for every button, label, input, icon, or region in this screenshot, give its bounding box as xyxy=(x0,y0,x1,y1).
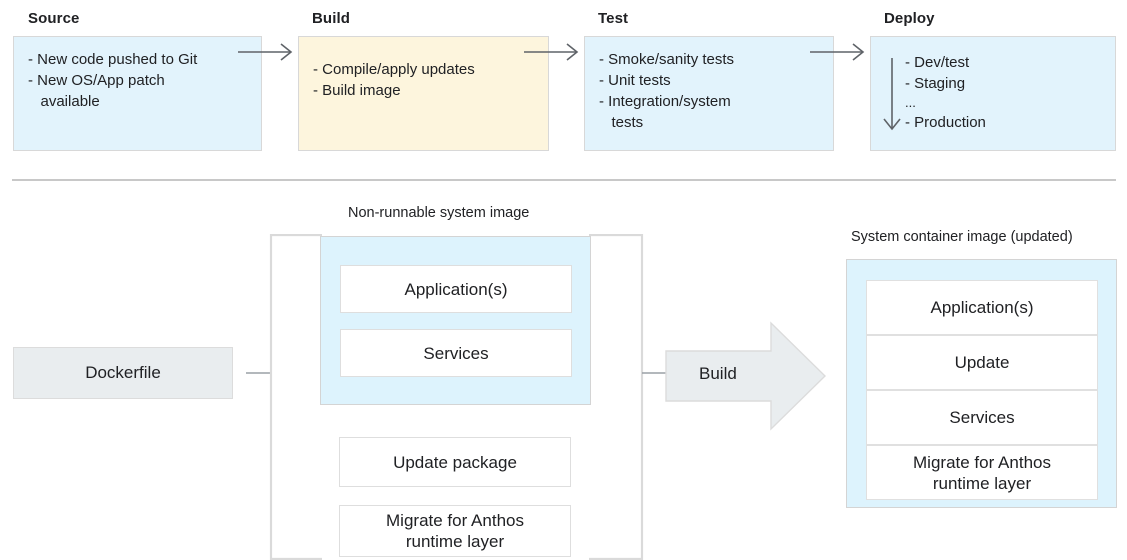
list-item-ellipsis: ... xyxy=(905,95,916,110)
non-runnable-image-panel: Application(s) Services xyxy=(320,236,591,405)
stage-title-deploy: Deploy xyxy=(884,10,935,27)
stack-layer-label: Application(s) xyxy=(930,298,1034,317)
stage-box-source: - New code pushed to Git - New OS/App pa… xyxy=(13,36,262,151)
arrow-right-icon-1 xyxy=(238,40,300,64)
bracket-left xyxy=(268,234,324,560)
caption-system-container-image: System container image (updated) xyxy=(851,229,1073,245)
stack-layer-box: Services xyxy=(866,390,1098,445)
stack-layer-box: Migrate for Anthos runtime layer xyxy=(866,445,1098,500)
stack-layer-box: Update xyxy=(866,335,1098,390)
stage-list-deploy: - Dev/test - Staging ... - Production xyxy=(905,52,986,133)
build-arrow-shape xyxy=(665,320,827,432)
list-item: - New code pushed to Git xyxy=(28,51,198,68)
layer-label: Services xyxy=(423,343,489,363)
list-item: - Unit tests xyxy=(599,72,671,89)
dockerfile-label: Dockerfile xyxy=(85,363,161,382)
list-item: available xyxy=(28,93,100,110)
list-item: - Build image xyxy=(313,82,401,99)
system-container-image-panel: Application(s) Update Services Migrate f… xyxy=(846,259,1117,508)
list-item: - Smoke/sanity tests xyxy=(599,51,735,68)
stage-list-test: - Smoke/sanity tests - Unit tests - Inte… xyxy=(599,49,819,133)
arrow-down-icon xyxy=(880,58,904,138)
dockerfile-box: Dockerfile xyxy=(13,347,233,399)
layer-box: Application(s) xyxy=(340,265,572,313)
migrate-runtime-label: Migrate for Anthos runtime layer xyxy=(386,511,524,551)
stack-layer-label: Services xyxy=(949,408,1015,427)
list-item: - Dev/test xyxy=(905,54,970,71)
layer-box: Services xyxy=(340,329,572,377)
migrate-runtime-box: Migrate for Anthos runtime layer xyxy=(339,505,571,557)
list-item: - Staging xyxy=(905,75,966,92)
stage-title-build: Build xyxy=(312,10,350,27)
bracket-right xyxy=(588,234,646,560)
stage-box-build: - Compile/apply updates - Build image xyxy=(298,36,549,151)
stage-box-test: - Smoke/sanity tests - Unit tests - Inte… xyxy=(584,36,834,151)
section-divider xyxy=(12,179,1116,181)
update-package-label: Update package xyxy=(393,452,517,472)
layer-label: Application(s) xyxy=(404,279,508,299)
stage-list-source: - New code pushed to Git - New OS/App pa… xyxy=(28,49,247,112)
stage-list-build: - Compile/apply updates - Build image xyxy=(313,59,534,101)
stage-title-test: Test xyxy=(598,10,629,27)
list-item: - Compile/apply updates xyxy=(313,61,475,78)
list-item: - Production xyxy=(905,114,986,131)
caption-non-runnable-image: Non-runnable system image xyxy=(348,205,530,221)
build-arrow-label: Build xyxy=(699,364,737,383)
diagram-canvas: Source - New code pushed to Git - New OS… xyxy=(0,0,1127,560)
stack-layer-box: Application(s) xyxy=(866,280,1098,335)
list-item: tests xyxy=(599,114,644,131)
update-package-box: Update package xyxy=(339,437,571,487)
stage-title-source: Source xyxy=(28,10,80,27)
arrow-right-icon-3 xyxy=(810,40,872,64)
stack-layer-label: Migrate for Anthos runtime layer xyxy=(913,452,1051,493)
stack-layer-label: Update xyxy=(954,353,1010,372)
list-item: - New OS/App patch xyxy=(28,72,165,89)
list-item: - Integration/system xyxy=(599,93,731,110)
arrow-right-icon-2 xyxy=(524,40,586,64)
